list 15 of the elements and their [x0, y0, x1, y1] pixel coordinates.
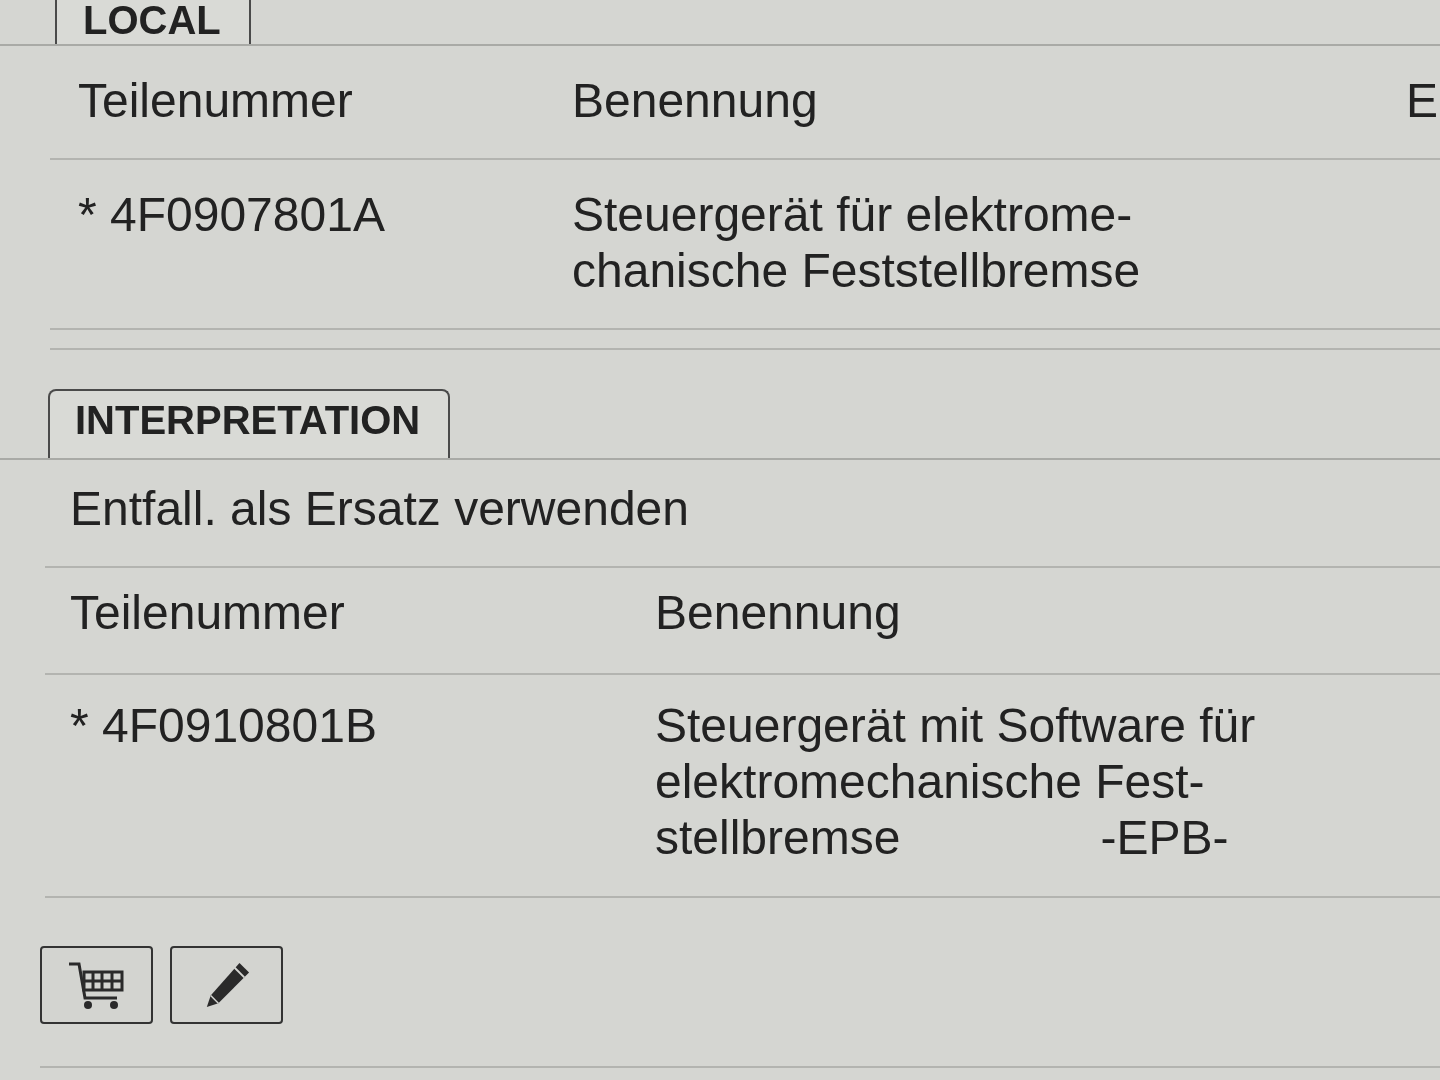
part-number-cell: * 4F0910801B: [70, 698, 377, 754]
cart-icon: [66, 960, 127, 1010]
section-tab[interactable]: LOCAL: [55, 0, 251, 44]
column-header: Benennung: [572, 73, 818, 129]
column-header: Teilenummer: [78, 73, 353, 129]
part-number-cell: * 4F0907801A: [78, 187, 385, 243]
section-tab[interactable]: INTERPRETATION: [48, 389, 451, 458]
description-cell: Steuergerät für elektrome- chanische Feststellbremse: [572, 187, 1141, 299]
column-header: E: [1406, 73, 1439, 129]
edit-button[interactable]: [170, 946, 283, 1024]
interpretation-note: Entfall. als Ersatz verwenden: [70, 482, 689, 535]
cart-button[interactable]: [40, 946, 153, 1024]
column-header: Teilenummer: [70, 585, 345, 641]
description-cell: Steuergerät mit Software für elektromechanische Fest- stellbremse -EPB-: [655, 698, 1256, 866]
column-header: Benennung: [655, 585, 902, 641]
